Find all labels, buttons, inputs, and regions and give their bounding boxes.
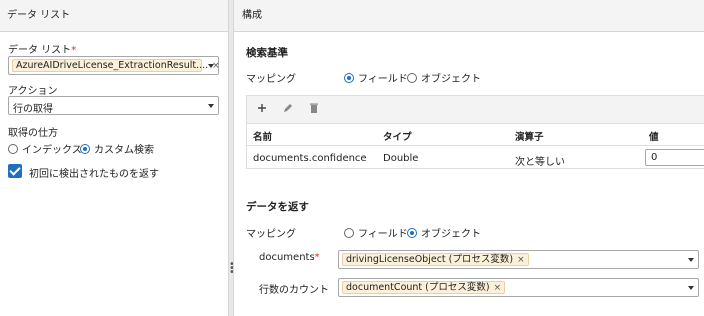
chevron-down-icon[interactable] bbox=[208, 64, 214, 68]
row-count-select[interactable]: documentCount (プロセス変数) × bbox=[338, 278, 699, 297]
search-mapping-object-radio[interactable]: オブジェクト bbox=[407, 70, 481, 85]
chevron-down-icon[interactable] bbox=[208, 104, 214, 108]
row-value-input[interactable]: 0 bbox=[645, 149, 704, 166]
column-header-type: タイプ bbox=[383, 132, 412, 143]
column-header-name: 名前 bbox=[253, 132, 273, 143]
column-header-value: 値 bbox=[649, 132, 659, 143]
action-select[interactable]: 行の取得 bbox=[8, 96, 219, 115]
return-first-label: 初回に検出されたものを返す bbox=[29, 169, 159, 180]
search-criteria-title: 検索基準 bbox=[246, 47, 288, 59]
row-count-chip: documentCount (プロセス変数) × bbox=[342, 281, 506, 294]
row-count-label: 行数のカウント bbox=[259, 285, 329, 296]
documents-label: documents* bbox=[259, 252, 320, 263]
criteria-table: 名前 タイプ 演算子 値 documents.confidence Double… bbox=[246, 123, 704, 169]
radio-index-dot[interactable] bbox=[8, 143, 18, 154]
return-first-checkbox[interactable] bbox=[8, 164, 22, 178]
search-mapping-field-dot[interactable] bbox=[344, 72, 354, 83]
chip-remove-icon[interactable]: × bbox=[494, 283, 502, 293]
panel-title-configuration: 構成 bbox=[234, 0, 704, 32]
action-value: 行の取得 bbox=[13, 104, 53, 115]
return-mapping-field-radio[interactable]: フィールド bbox=[344, 225, 408, 240]
row-operator: 次と等しい bbox=[515, 157, 565, 168]
action-label: アクション bbox=[8, 86, 58, 97]
documents-chip: drivingLicenseObject (プロセス変数) × bbox=[342, 253, 529, 266]
radio-index[interactable]: インデックス bbox=[8, 141, 82, 156]
data-list-chip: AzureAIDriveLicense_ExtractionResult....… bbox=[12, 59, 220, 72]
row-name: documents.confidence bbox=[253, 153, 367, 164]
radio-custom-search-dot[interactable] bbox=[80, 143, 90, 154]
panel-title-data-list: データ リスト bbox=[0, 0, 228, 32]
return-mapping-object-dot[interactable] bbox=[407, 227, 417, 238]
edit-icon[interactable] bbox=[281, 101, 297, 117]
data-list-select[interactable]: AzureAIDriveLicense_ExtractionResult....… bbox=[8, 56, 220, 75]
documents-select[interactable]: drivingLicenseObject (プロセス変数) × bbox=[338, 250, 699, 269]
data-list-field-label: データ リスト* bbox=[8, 45, 77, 56]
chevron-down-icon[interactable] bbox=[688, 286, 694, 290]
delete-icon[interactable] bbox=[307, 101, 323, 117]
criteria-toolbar bbox=[246, 95, 704, 123]
return-mapping-field-dot[interactable] bbox=[344, 227, 354, 238]
radio-custom-search[interactable]: カスタム検索 bbox=[80, 141, 154, 156]
search-mapping-field-radio[interactable]: フィールド bbox=[344, 70, 408, 85]
return-mapping-object-radio[interactable]: オブジェクト bbox=[407, 225, 481, 240]
return-mapping-label: マッピング bbox=[246, 229, 296, 240]
table-header: 名前 タイプ 演算子 値 bbox=[247, 124, 704, 146]
chevron-down-icon[interactable] bbox=[688, 258, 694, 262]
data-list-panel: データ リスト データ リスト* AzureAIDriveLicense_Ext… bbox=[0, 0, 229, 316]
column-header-operator: 演算子 bbox=[515, 132, 544, 143]
add-icon[interactable] bbox=[255, 101, 271, 117]
search-mapping-label: マッピング bbox=[246, 74, 296, 85]
method-label: 取得の仕方 bbox=[8, 128, 58, 139]
row-type: Double bbox=[383, 153, 419, 164]
chip-remove-icon[interactable]: × bbox=[517, 255, 525, 265]
search-mapping-object-dot[interactable] bbox=[407, 72, 417, 83]
return-data-title: データを返す bbox=[246, 201, 309, 213]
configuration-panel: 構成 検索基準 マッピング フィールド オブジェクト 名前 タイプ 演算子 値 … bbox=[233, 0, 704, 316]
